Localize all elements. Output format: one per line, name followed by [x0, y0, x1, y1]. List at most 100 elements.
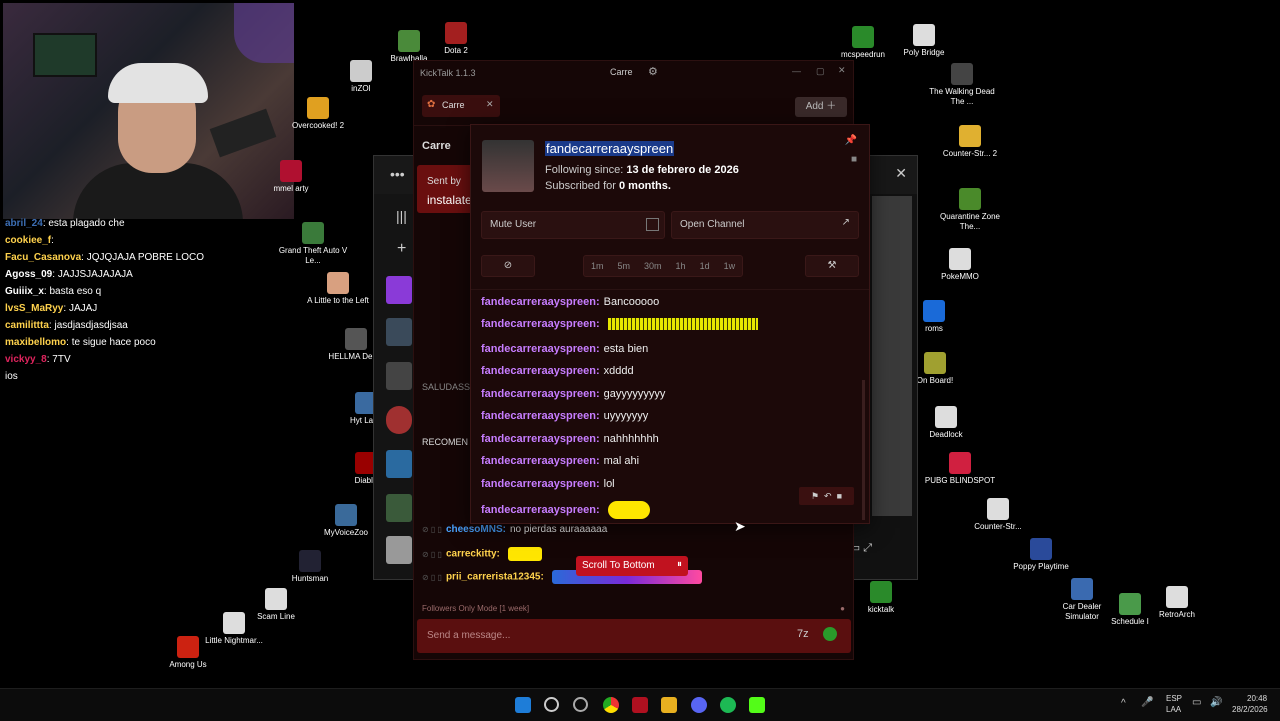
seventv-icon[interactable]: 7z: [797, 628, 809, 640]
chat-username[interactable]: cheesoMNS:: [446, 524, 506, 535]
trash-icon[interactable]: ■: [851, 154, 857, 165]
spotify-icon[interactable]: [720, 697, 736, 713]
add-channel-button[interactable]: Add ＋: [795, 97, 847, 117]
user-message[interactable]: fandecarreraayspreen: esta bien: [481, 343, 648, 355]
user-message[interactable]: fandecarreraayspreen: gayyyyyyyyy: [481, 388, 665, 400]
message-input[interactable]: Send a message...: [427, 630, 510, 641]
search-icon[interactable]: [544, 697, 559, 712]
message-username[interactable]: fandecarreraayspreen:: [481, 296, 600, 308]
desktop-icon[interactable]: Overcooked! 2: [282, 97, 354, 131]
sidebar-thumb[interactable]: [386, 276, 412, 304]
pinned-message[interactable]: Sent by instalate: [417, 165, 477, 213]
folder-icon[interactable]: [661, 697, 677, 713]
message-username[interactable]: fandecarreraayspreen:: [481, 343, 600, 355]
monitor-icon[interactable]: ▭: [1192, 697, 1201, 708]
start-icon[interactable]: [515, 697, 531, 713]
plus-icon[interactable]: +: [397, 240, 406, 258]
news-icon[interactable]: [632, 697, 648, 713]
minimize-icon[interactable]: —: [792, 66, 801, 76]
mod-actions-icon[interactable]: ⊘ ▯ ▯: [422, 525, 442, 534]
timeout-30m-button[interactable]: 30m: [637, 256, 669, 276]
sidebar-thumb[interactable]: [386, 318, 412, 346]
user-message[interactable]: fandecarreraayspreen: nahhhhhhh: [481, 433, 659, 445]
info-icon[interactable]: ●: [840, 604, 845, 613]
chat-username[interactable]: carreckitty:: [446, 549, 500, 560]
sidebar-thumb[interactable]: [386, 494, 412, 522]
chat-message[interactable]: ⊘ ▯ ▯ carreckitty:: [422, 547, 542, 561]
message-username[interactable]: fandecarreraayspreen:: [481, 433, 600, 445]
kick-icon[interactable]: [749, 697, 765, 713]
desktop-icon[interactable]: PUBG BLINDSPOT: [924, 452, 996, 486]
user-message[interactable]: fandecarreraayspreen:: [481, 318, 758, 331]
delete-icon[interactable]: ■: [837, 491, 842, 501]
desktop-icon[interactable]: inZOI: [325, 60, 397, 94]
sidebar-thumb[interactable]: [386, 362, 412, 390]
message-username[interactable]: fandecarreraayspreen:: [481, 478, 600, 490]
user-message[interactable]: fandecarreraayspreen: Bancooooo: [481, 296, 659, 308]
discord-icon[interactable]: [691, 697, 707, 713]
message-username[interactable]: fandecarreraayspreen:: [481, 318, 600, 330]
message-username[interactable]: fandecarreraayspreen:: [481, 365, 600, 377]
mic-icon[interactable]: 🎤: [1141, 697, 1153, 708]
card-scrollbar[interactable]: [862, 380, 865, 520]
message-username[interactable]: fandecarreraayspreen:: [481, 504, 600, 516]
pin-icon[interactable]: ⚑: [811, 491, 819, 501]
timeout-1w-button[interactable]: 1w: [717, 256, 743, 276]
mute-checkbox[interactable]: [646, 218, 659, 231]
tray-expand-icon[interactable]: ^: [1121, 698, 1126, 709]
timeout-5m-button[interactable]: 5m: [611, 256, 638, 276]
chat-username[interactable]: prii_carrerista12345:: [446, 572, 544, 583]
clock-date[interactable]: 28/2/2026: [1232, 705, 1268, 714]
desktop-icon[interactable]: Among Us: [152, 636, 224, 670]
clock-time[interactable]: 20:48: [1247, 694, 1267, 703]
desktop-icon[interactable]: A Little to the Left: [302, 272, 374, 306]
message-username[interactable]: fandecarreraayspreen:: [481, 455, 600, 467]
desktop-icon[interactable]: MyVoiceZoo: [310, 504, 382, 538]
steam-icon[interactable]: [573, 697, 588, 712]
desktop-icon[interactable]: Huntsman: [274, 550, 346, 584]
moderate-button[interactable]: ⚒: [805, 255, 859, 277]
kick-emote-icon[interactable]: [823, 627, 837, 641]
mod-actions-icon[interactable]: ⊘ ▯ ▯: [422, 550, 442, 559]
message-username[interactable]: fandecarreraayspreen:: [481, 388, 600, 400]
close-icon[interactable]: ✕: [838, 65, 846, 76]
sidebar-thumb[interactable]: [386, 536, 412, 564]
ban-button[interactable]: ⊘: [481, 255, 535, 277]
desktop-icon[interactable]: Dota 2: [420, 22, 492, 56]
message-username[interactable]: fandecarreraayspreen:: [481, 410, 600, 422]
library-icon[interactable]: |||: [396, 208, 407, 224]
close-tab-icon[interactable]: ✕: [486, 99, 494, 110]
desktop-icon[interactable]: Poppy Playtime: [1005, 538, 1077, 572]
settings-icon[interactable]: ⚙: [648, 65, 658, 78]
message-input-box[interactable]: Send a message... 7z: [417, 619, 851, 653]
open-channel-button[interactable]: Open Channel ↗: [671, 211, 859, 239]
maximize-icon[interactable]: ▢: [816, 66, 825, 77]
desktop-icon[interactable]: The Walking Dead The ...: [926, 63, 998, 107]
desktop-icon[interactable]: kicktalk: [845, 581, 917, 615]
desktop-icon[interactable]: Counter-Str...: [962, 498, 1034, 532]
pin-card-icon[interactable]: 📌: [845, 135, 857, 146]
desktop-icon[interactable]: Grand Theft Auto V Le...: [277, 222, 349, 266]
mute-user-toggle[interactable]: Mute User: [481, 211, 665, 239]
sidebar-thumb[interactable]: [386, 406, 412, 434]
volume-icon[interactable]: 🔊: [1210, 697, 1222, 708]
chrome-icon[interactable]: [603, 697, 619, 713]
user-message[interactable]: fandecarreraayspreen: lol: [481, 478, 615, 490]
close-icon[interactable]: ✕: [895, 165, 907, 182]
desktop-icon[interactable]: Poly Bridge: [888, 24, 960, 58]
desktop-icon[interactable]: mmel arty: [255, 160, 327, 194]
timeout-1h-button[interactable]: 1h: [669, 256, 693, 276]
language-indicator[interactable]: ESP: [1166, 694, 1182, 703]
mod-actions-icon[interactable]: ⊘ ▯ ▯: [422, 573, 442, 582]
sidebar-thumb[interactable]: [386, 450, 412, 478]
user-message[interactable]: fandecarreraayspreen: uyyyyyyy: [481, 410, 648, 422]
more-icon[interactable]: •••: [390, 166, 405, 182]
chat-message[interactable]: ⊘ ▯ ▯ cheesoMNS: no pierdas auraaaaaa: [422, 524, 607, 535]
timeout-1d-button[interactable]: 1d: [693, 256, 717, 276]
keyboard-layout[interactable]: LAA: [1166, 705, 1181, 714]
desktop-icon[interactable]: Deadlock: [910, 406, 982, 440]
reply-icon[interactable]: ↶: [824, 491, 832, 501]
scroll-to-bottom-button[interactable]: Scroll To Bottom ⏸: [576, 556, 688, 576]
desktop-icon[interactable]: Counter-Str... 2: [934, 125, 1006, 159]
user-message[interactable]: fandecarreraayspreen: xdddd: [481, 365, 634, 377]
